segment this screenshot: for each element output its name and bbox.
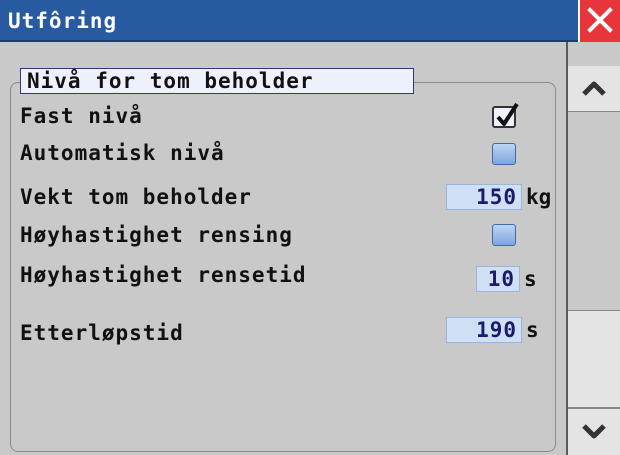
close-x-icon — [587, 7, 613, 33]
window-title: Utfôring — [8, 9, 118, 33]
fast-niva-label: Fast nivå — [20, 104, 143, 128]
chevron-down-icon — [582, 424, 606, 439]
scroll-up-button[interactable] — [568, 66, 620, 112]
vekt-unit: kg — [526, 185, 552, 209]
rensetid-unit: s — [524, 267, 537, 291]
close-button[interactable] — [578, 0, 620, 42]
vekt-tom-beholder-label: Vekt tom beholder — [20, 185, 252, 209]
scrollbar[interactable] — [566, 42, 620, 455]
hoyhastighet-rensing-checkbox[interactable] — [492, 224, 516, 246]
hoyhastighet-rensing-label: Høyhastighet rensing — [20, 223, 293, 247]
title-bar: Utfôring — [0, 0, 620, 42]
settings-panel: Nivå for tom beholder Fast nivå Automati… — [0, 42, 566, 455]
etterlopstid-label: Etterløpstid — [20, 321, 184, 345]
scroll-track[interactable] — [568, 112, 620, 310]
fast-niva-checkbox[interactable] — [492, 102, 519, 128]
scroll-thumb[interactable] — [568, 310, 620, 408]
group-header: Nivå for tom beholder — [20, 68, 414, 94]
etterlopstid-input[interactable]: 190 — [446, 317, 522, 343]
automatisk-niva-checkbox[interactable] — [492, 143, 516, 165]
hoyhastighet-rensetid-label: Høyhastighet rensetid — [20, 263, 307, 287]
scroll-down-button[interactable] — [568, 408, 620, 455]
chevron-up-icon — [582, 81, 606, 96]
automatisk-niva-label: Automatisk nivå — [20, 141, 225, 165]
etterlopstid-unit: s — [526, 318, 539, 342]
vekt-tom-beholder-input[interactable]: 150 — [446, 184, 522, 210]
rensetid-input[interactable]: 10 — [476, 266, 520, 292]
checkmark-icon — [496, 102, 519, 126]
